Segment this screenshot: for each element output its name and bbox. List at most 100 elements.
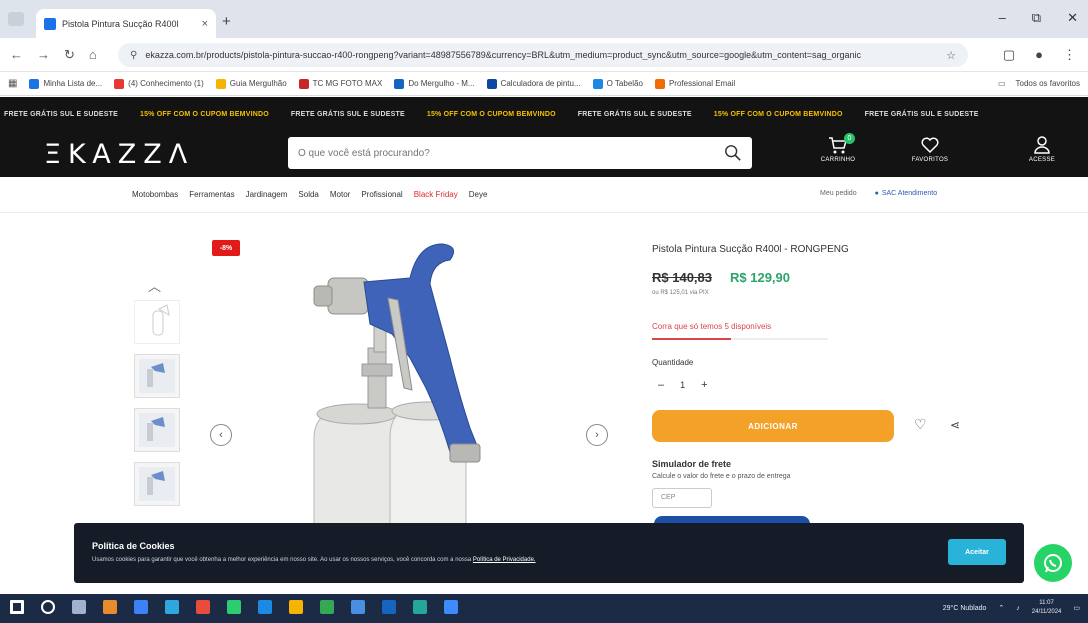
thumbnail-image [139,359,175,393]
firefox-icon[interactable] [103,600,117,614]
favorites-button[interactable]: FAVORITOS [900,135,960,163]
gallery-prev-button[interactable]: ‹ [210,424,232,446]
whatsapp-taskbar-icon[interactable] [320,600,334,614]
teams-icon[interactable] [444,600,458,614]
tray-arrow-icon[interactable]: ⌃ [998,604,1004,612]
clock[interactable]: 11:07 24/11/2024 [1032,599,1062,617]
customer-service-link[interactable]: ● SAC Atendimento [875,190,938,197]
bookmark-item[interactable]: O Tabelão [592,78,643,89]
bookmark-favicon-icon [592,78,603,89]
reload-icon[interactable]: ↻ [64,47,75,63]
url-text[interactable]: ekazza.com.br/products/pistola-pintura-s… [145,50,938,60]
office-icon[interactable] [196,600,210,614]
search-input[interactable] [298,147,724,159]
new-tab-button[interactable]: + [222,13,231,30]
bookmark-item[interactable]: Do Mergulho - M... [394,78,475,89]
bookmark-item[interactable]: Professional Email [654,78,735,89]
quantity-value[interactable]: 1 [680,380,685,390]
bookmark-item[interactable]: Guia Mergulhão [215,78,287,89]
forward-icon[interactable]: → [37,47,50,63]
cart-label: CARRINHO [820,157,856,163]
outlook-icon[interactable] [382,600,396,614]
browser-tab[interactable]: Pistola Pintura Sucção R400l × [36,9,216,38]
chevron-up-icon[interactable]: ︿ [148,276,161,295]
current-price: R$ 129,90 [730,270,790,285]
bookmark-item[interactable]: (4) Conhecimento (1) [114,78,204,89]
bookmark-star-icon[interactable]: ☆ [946,49,956,62]
product-thumbnail[interactable] [134,408,180,452]
bookmark-item[interactable]: Calculadora de pintu... [486,78,581,89]
search-icon[interactable] [724,144,742,162]
category-link[interactable]: Profissional [361,190,402,199]
tab-search-button[interactable] [8,12,24,26]
start-icon[interactable] [10,600,24,614]
quantity-decrease-button[interactable]: – [658,379,664,391]
add-to-cart-button[interactable]: ADICIONAR [652,410,894,442]
product-thumbnail[interactable] [134,462,180,506]
task-view-icon[interactable] [72,600,86,614]
bookmark-item[interactable]: TC MG FOTO MAX [298,78,383,89]
product-thumbnail[interactable] [134,354,180,398]
menu-icon[interactable]: ⋮ [1063,47,1076,63]
chrome-icon[interactable] [351,600,365,614]
word-icon[interactable] [258,600,272,614]
category-link[interactable]: Ferramentas [189,190,234,199]
stock-progress-bar [652,338,828,340]
share-icon[interactable]: ⋖ [950,418,960,432]
bookmark-label: Do Mergulho - M... [408,79,475,88]
omnibox[interactable]: ⚲ ekazza.com.br/products/pistola-pintura… [118,43,968,67]
tab-favicon-icon [44,17,56,30]
stock-progress-fill [652,338,732,340]
cookie-description: Usamos cookies para garantir que você ob… [92,557,536,563]
bookmark-favicon-icon [114,78,125,89]
all-bookmarks[interactable]: ▭ Todos os favoritos [998,79,1080,88]
site-info-icon[interactable]: ⚲ [130,50,137,61]
tab-close-icon[interactable]: × [202,18,208,30]
edge-icon[interactable] [165,600,179,614]
category-link[interactable]: Black Friday [414,190,458,199]
home-icon[interactable]: ⌂ [89,47,97,63]
site-logo[interactable]: ΞKAZZΛ [44,139,194,170]
back-icon[interactable]: ← [10,47,23,63]
close-window-button[interactable]: ✕ [1067,10,1078,26]
bookmarks-bar: ▦ Minha Lista de... (4) Conhecimento (1) G… [0,72,1088,96]
store-icon[interactable] [134,600,148,614]
shipping-description: Calcule o valor do frete e o prazo de en… [652,473,791,480]
category-link[interactable]: Deye [469,190,488,199]
bookmark-label: Minha Lista de... [43,79,103,88]
category-link[interactable]: Motor [330,190,350,199]
search-taskbar-icon[interactable] [41,600,55,614]
weather-widget[interactable]: 29°C Nublado [943,605,987,612]
privacy-policy-link[interactable]: Política de Privacidade. [473,557,536,563]
clock-time: 11:07 [1039,600,1054,606]
whatsapp-icon [1044,554,1062,573]
bookmark-label: Calculadora de pintu... [500,79,581,88]
explorer-icon[interactable] [289,600,303,614]
accept-cookies-button[interactable]: Aceitar [948,539,1006,565]
quantity-increase-button[interactable]: + [701,379,707,391]
category-link[interactable]: Solda [298,190,318,199]
track-order-link[interactable]: Meu pedido [820,190,857,197]
wishlist-heart-icon[interactable]: ♡ [914,416,927,433]
excel-icon[interactable] [413,600,427,614]
category-link[interactable]: Jardinagem [246,190,288,199]
product-thumbnail[interactable] [134,300,180,344]
notifications-icon[interactable]: ▭ [1073,604,1080,612]
sheets-icon[interactable] [227,600,241,614]
maximize-button[interactable]: ⧉ [1032,10,1041,26]
apps-icon[interactable]: ▦ [8,78,17,89]
bookmark-label: TC MG FOTO MAX [312,79,383,88]
account-button[interactable]: ACESSE [1012,135,1072,163]
bookmark-favicon-icon [486,78,497,89]
extensions-icon[interactable]: ▢ [1003,47,1015,63]
profile-icon[interactable]: ● [1035,47,1043,63]
cep-input[interactable]: CEP [652,488,712,508]
search-bar[interactable] [288,137,752,169]
minimize-button[interactable]: – [999,10,1006,26]
volume-icon[interactable]: ♪ [1016,605,1020,612]
whatsapp-button[interactable] [1034,544,1072,582]
category-link[interactable]: Motobombas [132,190,178,199]
bookmark-item[interactable]: Minha Lista de... [29,78,103,89]
cart-button[interactable]: 0 CARRINHO [808,133,868,163]
gallery-next-button[interactable]: › [586,424,608,446]
